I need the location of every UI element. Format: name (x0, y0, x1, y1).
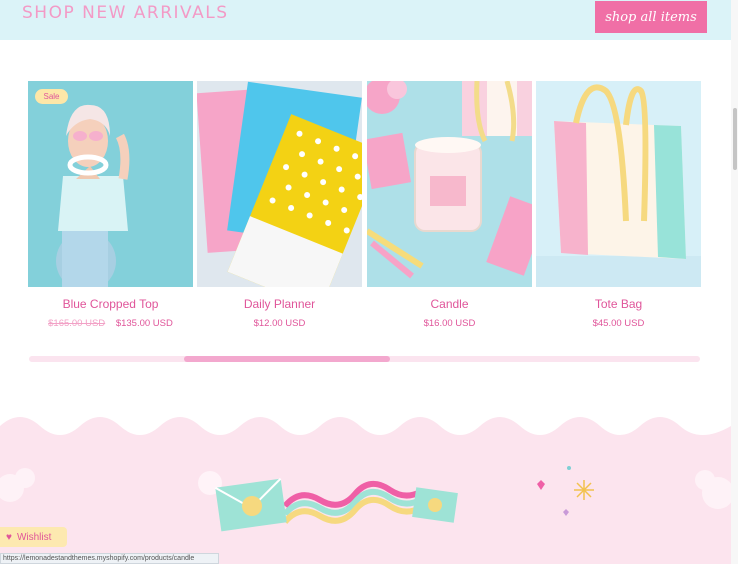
product-title[interactable]: Tote Bag (536, 297, 701, 311)
decorative-footer-banner (0, 417, 731, 564)
sale-badge: Sale (35, 89, 68, 104)
product-price: $16.00 USD (423, 318, 476, 329)
product-price: $45.00 USD (592, 318, 645, 329)
product-card-blue-cropped-top[interactable]: Sale Blue Cropped Top $165.00 USD $135.0… (28, 81, 193, 329)
product-card-tote-bag[interactable]: Tote Bag $45.00 USD (536, 81, 701, 329)
page: SHOP NEW ARRIVALS shop all items Sale Bl… (0, 0, 738, 564)
product-price-row: $165.00 USD $135.00 USD (28, 318, 193, 329)
product-price-row: $16.00 USD (367, 318, 532, 329)
product-image-candle[interactable] (367, 81, 532, 287)
status-bar-url: https://lemonadestandthemes.myshopify.co… (0, 553, 219, 564)
envelope-icon (214, 477, 287, 532)
product-old-price: $165.00 USD (48, 318, 106, 329)
product-title[interactable]: Candle (367, 297, 532, 311)
page-scrollbar-thumb[interactable] (733, 108, 737, 170)
section-title: SHOP NEW ARRIVALS (22, 3, 229, 23)
product-price-row: $45.00 USD (536, 318, 701, 329)
product-card-candle[interactable]: Candle $16.00 USD (367, 81, 532, 329)
product-title[interactable]: Daily Planner (197, 297, 362, 311)
envelope-icon (412, 487, 458, 523)
wishlist-button[interactable]: ♥ Wishlist (0, 527, 67, 547)
product-image-daily-planner[interactable] (197, 81, 362, 287)
page-scrollbar[interactable] (731, 0, 738, 564)
product-price: $135.00 USD (115, 318, 173, 329)
product-image-blue-cropped-top[interactable]: Sale (28, 81, 193, 287)
shop-all-items-button[interactable]: shop all items (595, 1, 707, 33)
product-price: $12.00 USD (253, 318, 306, 329)
product-image-tote-bag[interactable] (536, 81, 701, 287)
product-title[interactable]: Blue Cropped Top (28, 297, 193, 311)
product-price-row: $12.00 USD (197, 318, 362, 329)
carousel-scrollbar-thumb[interactable] (184, 356, 390, 362)
product-card-daily-planner[interactable]: Daily Planner $12.00 USD (197, 81, 362, 329)
wishlist-label: Wishlist (16, 531, 52, 543)
heart-icon: ♥ (6, 531, 12, 543)
header-bar: SHOP NEW ARRIVALS shop all items (0, 0, 731, 40)
sparkle-icon (574, 480, 594, 500)
